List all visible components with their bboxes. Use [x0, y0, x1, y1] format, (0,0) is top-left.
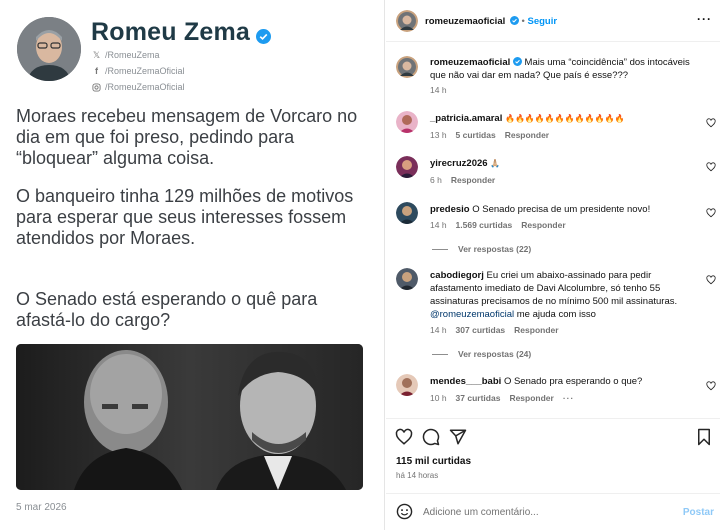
comment-row: _patricia.amaral 🔥🔥🔥🔥🔥🔥🔥🔥🔥🔥🔥🔥 — [430, 112, 700, 125]
instagram-logo-icon — [92, 82, 101, 92]
view-replies-label[interactable]: Ver respostas (22) — [458, 244, 531, 254]
comment-avatar[interactable] — [396, 156, 418, 178]
verified-badge-icon — [256, 29, 271, 44]
replies-line — [432, 248, 448, 250]
post-age: há 14 horas — [396, 471, 439, 480]
comment-username[interactable]: yirecruz2026 — [430, 158, 488, 169]
comment-avatar[interactable] — [396, 111, 418, 133]
comment-row: predesio O Senado precisa de um presiden… — [430, 203, 700, 216]
caption-username[interactable]: romeuzemaoficial — [430, 57, 510, 68]
comment-likes[interactable]: 5 curtidas — [456, 130, 496, 140]
comment-row: mendes___babi O Senado pra esperando o q… — [430, 375, 700, 388]
post-paragraph-1: Moraes recebeu mensagem de Vorcaro no di… — [16, 106, 358, 168]
caption-time: 14 h — [430, 85, 447, 95]
comment-time: 6 h — [430, 175, 442, 185]
post-image-card: Romeu Zema 𝕏 /RomeuZema f /RomeuZemaOfic… — [0, 0, 385, 530]
caption-meta: 14 h — [430, 85, 447, 95]
comment-time: 14 h — [430, 325, 447, 335]
header-user-row: romeuzemaoficial • Seguir — [425, 15, 557, 28]
comment-text: O Senado precisa de um presidente novo! — [472, 204, 651, 215]
header-username[interactable]: romeuzemaoficial — [425, 16, 505, 27]
view-replies-label[interactable]: Ver respostas (24) — [458, 349, 531, 359]
verified-icon — [512, 57, 522, 66]
like-heart-icon[interactable] — [706, 162, 716, 172]
post-photo — [16, 344, 363, 490]
share-icon[interactable] — [449, 428, 467, 446]
comment-meta: 14 h 307 curtidas Responder — [430, 325, 559, 335]
like-heart-icon[interactable] — [706, 118, 716, 128]
comment-likes[interactable]: 307 curtidas — [456, 325, 506, 335]
social-x: 𝕏 /RomeuZema — [92, 50, 160, 60]
social-facebook: f /RomeuZemaOficial — [92, 66, 185, 76]
reply-button[interactable]: Responder — [451, 175, 495, 185]
more-options-icon[interactable]: ··· — [697, 13, 712, 26]
like-icon[interactable] — [395, 428, 413, 446]
comment-text: 🔥🔥🔥🔥🔥🔥🔥🔥🔥🔥🔥🔥 — [505, 114, 625, 123]
likes-count[interactable]: 115 mil curtidas — [396, 456, 471, 467]
comment-meta: 10 h 37 curtidas Responder ··· — [430, 393, 574, 403]
post-button[interactable]: Postar — [683, 506, 714, 519]
comment-text: O Senado pra esperando o que? — [503, 376, 643, 387]
facebook-logo-icon: f — [95, 65, 98, 76]
comment-time: 14 h — [430, 220, 447, 230]
social-instagram: /RomeuZemaOficial — [92, 82, 185, 92]
caption-avatar[interactable] — [396, 56, 418, 78]
follow-button[interactable]: Seguir — [528, 16, 558, 27]
reply-button[interactable]: Responder — [509, 393, 553, 403]
comment-icon[interactable] — [422, 428, 440, 446]
comments-panel: romeuzemaoficial • Seguir ··· romeuzemao… — [386, 0, 720, 530]
social-facebook-handle: /RomeuZemaOficial — [105, 66, 185, 76]
comment-more-icon[interactable]: ··· — [563, 393, 575, 403]
like-heart-icon[interactable] — [706, 275, 716, 285]
screenshot-frame: Romeu Zema 𝕏 /RomeuZema f /RomeuZemaOfic… — [0, 0, 720, 530]
comment-time: 13 h — [430, 130, 447, 140]
comment-username[interactable]: cabodiegorj — [430, 270, 484, 281]
social-x-handle: /RomeuZema — [105, 50, 160, 60]
comment-text-tail: me ajuda com isso — [516, 309, 596, 320]
comment-meta: 13 h 5 curtidas Responder — [430, 130, 549, 140]
reply-button[interactable]: Responder — [521, 220, 565, 230]
reply-button[interactable]: Responder — [505, 130, 549, 140]
comment-meta: 14 h 1.569 curtidas Responder — [430, 220, 566, 230]
social-instagram-handle: /RomeuZemaOficial — [105, 82, 185, 92]
comment-avatar[interactable] — [396, 374, 418, 396]
post-header: romeuzemaoficial • Seguir ··· — [386, 0, 720, 42]
comment-avatar[interactable] — [396, 202, 418, 224]
comment-text: 🙏🏼 — [490, 159, 501, 168]
post-date: 5 mar 2026 — [16, 502, 67, 513]
add-comment-bar: Adicione um comentário... Postar — [386, 493, 720, 530]
header-avatar[interactable] — [396, 10, 418, 32]
comment-username[interactable]: _patricia.amaral — [430, 113, 502, 124]
reply-button[interactable]: Responder — [514, 325, 558, 335]
comment-likes[interactable]: 1.569 curtidas — [456, 220, 513, 230]
author-avatar — [17, 17, 81, 81]
save-bookmark-icon[interactable] — [696, 428, 712, 446]
emoji-icon[interactable] — [396, 503, 413, 520]
view-replies-button[interactable]: Ver respostas (22) — [432, 244, 531, 254]
post-paragraph-2: O banqueiro tinha 129 milhões de motivos… — [16, 186, 354, 248]
comment-time: 10 h — [430, 393, 447, 403]
comment-input[interactable]: Adicione um comentário... — [423, 506, 539, 519]
x-logo-icon: 𝕏 — [92, 49, 101, 60]
post-paragraph-3: O Senado está esperando o quê para afast… — [16, 289, 318, 330]
like-heart-icon[interactable] — [706, 381, 716, 391]
replies-line — [432, 353, 448, 355]
comment-row: cabodiegorj Eu criei um abaixo-assinado … — [430, 269, 702, 321]
caption: romeuzemaoficial Mais uma “coincidência”… — [430, 56, 705, 82]
comment-likes[interactable]: 37 curtidas — [456, 393, 501, 403]
comment-username[interactable]: mendes___babi — [430, 376, 501, 387]
verified-icon — [509, 16, 519, 25]
comment-username[interactable]: predesio — [430, 204, 470, 215]
comment-meta: 6 h Responder — [430, 175, 495, 185]
comment-row: yirecruz2026 🙏🏼 — [430, 157, 700, 170]
like-heart-icon[interactable] — [706, 208, 716, 218]
view-replies-button[interactable]: Ver respostas (24) — [432, 349, 531, 359]
comment-avatar[interactable] — [396, 268, 418, 290]
author-name: Romeu Zema — [91, 18, 250, 46]
mention-link[interactable]: @romeuzemaoficial — [430, 309, 514, 320]
